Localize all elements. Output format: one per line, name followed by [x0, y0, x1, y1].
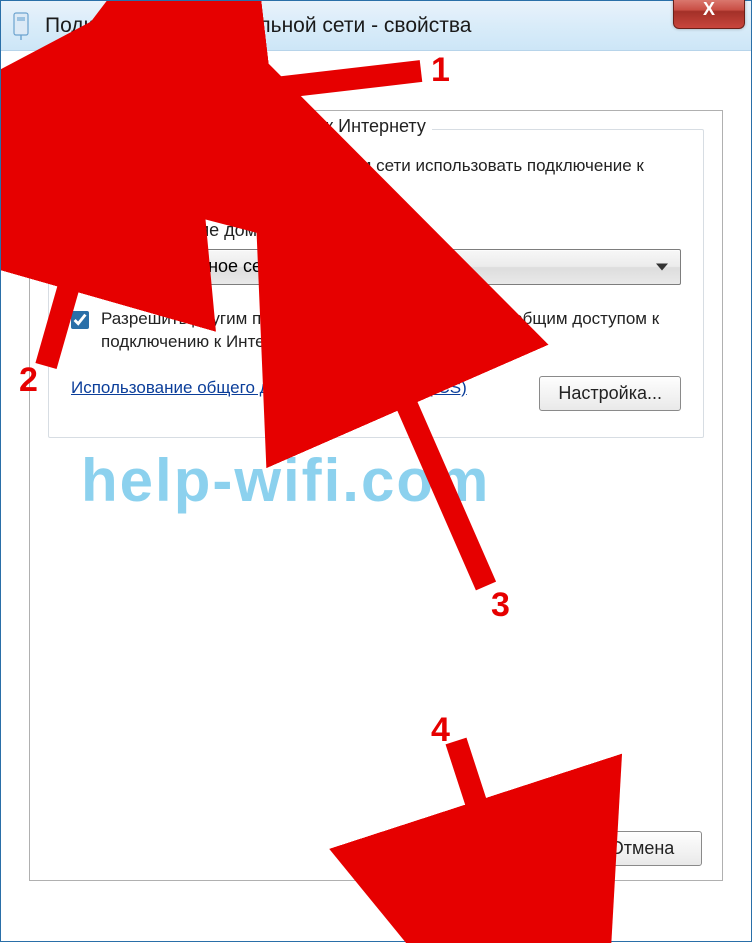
window-title: Подключение по локальной сети - свойства [45, 14, 471, 38]
chevron-down-icon [656, 263, 668, 270]
link-ics-help[interactable]: Использование общего доступа к Интернету… [71, 376, 521, 400]
checkbox-allow-share[interactable] [71, 158, 89, 176]
home-connection-area: Подключение домашней сети: Беспроводное … [105, 220, 681, 285]
close-button[interactable]: X [673, 0, 745, 29]
properties-dialog: Подключение по локальной сети - свойства… [0, 0, 752, 942]
network-adapter-icon [11, 11, 33, 41]
annotation-number-3: 3 [491, 586, 510, 625]
group-legend: Общий доступ к подключению к Интернету [61, 116, 432, 137]
tab-strip: Сеть Доступ [29, 71, 723, 111]
annotation-number-2: 2 [19, 361, 38, 400]
titlebar: Подключение по локальной сети - свойства… [1, 1, 751, 51]
row-allow-control: Разрешить другим пользователям сети упра… [71, 307, 681, 355]
checkbox-allow-control[interactable] [71, 311, 89, 329]
annotation-number-4: 4 [431, 711, 450, 750]
row-allow-share: Разрешить другим пользователям сети испо… [71, 154, 681, 202]
label-allow-control: Разрешить другим пользователям сети упра… [101, 307, 681, 355]
tab-access[interactable]: Доступ [109, 77, 206, 111]
ok-button[interactable]: OK [446, 831, 566, 866]
dropdown-value: Беспроводное сетевое соединение 3 [118, 256, 428, 277]
tab-network[interactable]: Сеть [29, 79, 107, 111]
link-settings-row: Использование общего доступа к Интернету… [71, 376, 681, 411]
tab-page-access: Общий доступ к подключению к Интернету Р… [29, 111, 723, 881]
dialog-body: Сеть Доступ Общий доступ к подключению к… [1, 51, 751, 941]
cancel-button[interactable]: Отмена [582, 831, 702, 866]
label-allow-share: Разрешить другим пользователям сети испо… [101, 154, 681, 202]
label-home-connection: Подключение домашней сети: [105, 220, 681, 241]
settings-button[interactable]: Настройка... [539, 376, 681, 411]
annotation-number-1: 1 [431, 51, 450, 90]
dropdown-home-connection[interactable]: Беспроводное сетевое соединение 3 [105, 249, 681, 285]
dialog-button-row: OK Отмена [446, 831, 702, 866]
group-internet-sharing: Общий доступ к подключению к Интернету Р… [48, 129, 704, 438]
